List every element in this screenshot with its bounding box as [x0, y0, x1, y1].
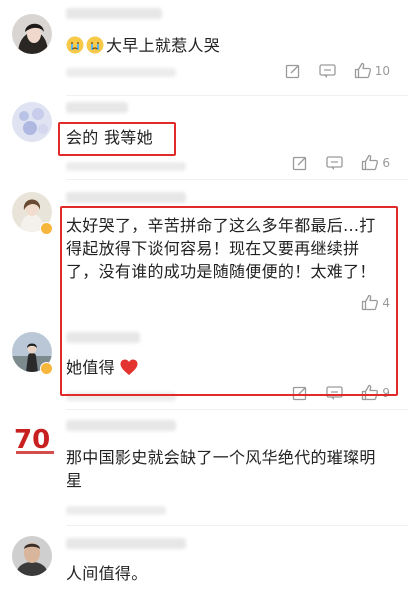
svg-text:70: 70	[14, 425, 50, 455]
reply-button[interactable]	[285, 63, 301, 79]
comment-actions: 10	[285, 62, 390, 79]
comment-actions: 6	[292, 154, 390, 171]
comment-text-line: 了，没有谁的成功是随随便便的！太难了！	[66, 262, 376, 281]
edit-square-icon	[293, 156, 307, 170]
comment-text: 她值得	[66, 356, 390, 382]
comment-item: 会的 我等她 6	[0, 96, 408, 180]
avatar[interactable]	[12, 536, 52, 576]
comment-item: 她值得 9	[0, 318, 408, 410]
verified-badge	[40, 222, 53, 235]
like-button[interactable]: 4	[361, 294, 390, 311]
comment-button[interactable]	[319, 63, 336, 79]
crying-face-icon	[86, 36, 104, 60]
crying-face-icon	[66, 36, 84, 60]
red-heart-icon	[120, 359, 138, 382]
comment-text: 那中国影史就会缺了一个风华绝代的璀璨明 星	[66, 446, 390, 492]
like-count: 9	[382, 385, 390, 400]
username[interactable]	[66, 192, 186, 203]
comment-button[interactable]	[326, 385, 344, 401]
username[interactable]	[66, 420, 176, 431]
comment-icon	[326, 155, 344, 170]
edit-square-icon	[293, 386, 307, 400]
thumbs-up-icon	[362, 154, 379, 171]
like-button[interactable]: 10	[354, 62, 390, 79]
like-count: 10	[374, 63, 390, 78]
comment-icon	[319, 63, 336, 78]
timestamp	[66, 68, 176, 77]
comment-actions: 4	[361, 294, 390, 311]
like-count: 6	[382, 155, 390, 170]
comment-item: 70 那中国影史就会缺了一个风华绝代的璀璨明 星	[0, 410, 408, 526]
timestamp	[66, 392, 176, 401]
avatar[interactable]: 70	[12, 420, 58, 460]
comment-text-line: 太好哭了，辛苦拼命了这么多年都最后...打	[66, 216, 376, 235]
comment-text-content: 人间值得。	[66, 564, 148, 583]
timestamp	[66, 506, 166, 515]
comment-text-line: 得起放得下谈何容易！现在又要再继续拼	[66, 239, 360, 258]
comment-text: 会的 我等她	[66, 126, 390, 149]
avatar[interactable]	[12, 14, 52, 54]
comment-text-content: 她值得	[66, 358, 115, 377]
thumbs-up-icon	[354, 62, 371, 79]
reply-button[interactable]	[292, 155, 308, 171]
username[interactable]	[66, 8, 162, 19]
comment-text: 人间值得。	[66, 562, 390, 585]
comment-text: 大早上就惹人哭	[66, 34, 390, 60]
comment-text-content: 会的 我等她	[66, 128, 153, 147]
comment-text-content: 大早上就惹人哭	[106, 36, 221, 55]
verified-badge	[40, 362, 53, 375]
timestamp	[66, 162, 186, 171]
comment-text-line: 那中国影史就会缺了一个风华绝代的璀璨明	[66, 448, 376, 467]
comment-item: 太好哭了，辛苦拼命了这么多年都最后...打 得起放得下谈何容易！现在又要再继续拼…	[0, 180, 408, 318]
like-count: 4	[382, 295, 390, 310]
thumbs-up-icon	[362, 294, 379, 311]
username[interactable]	[66, 538, 186, 549]
thumbs-up-icon	[362, 384, 379, 401]
comment-text: 太好哭了，辛苦拼命了这么多年都最后...打 得起放得下谈何容易！现在又要再继续拼…	[66, 214, 390, 283]
avatar[interactable]	[12, 102, 52, 142]
reply-button[interactable]	[292, 385, 308, 401]
edit-square-icon	[285, 64, 299, 78]
comment-button[interactable]	[326, 155, 344, 171]
comment-item: 人间值得。	[0, 526, 408, 589]
comment-item: 大早上就惹人哭 10	[0, 0, 408, 96]
comment-actions: 9	[292, 384, 390, 401]
username[interactable]	[66, 332, 140, 343]
username[interactable]	[66, 102, 128, 113]
like-button[interactable]: 6	[361, 154, 390, 171]
comment-icon	[326, 385, 344, 400]
comment-text-line: 星	[66, 471, 83, 490]
like-button[interactable]: 9	[361, 384, 390, 401]
